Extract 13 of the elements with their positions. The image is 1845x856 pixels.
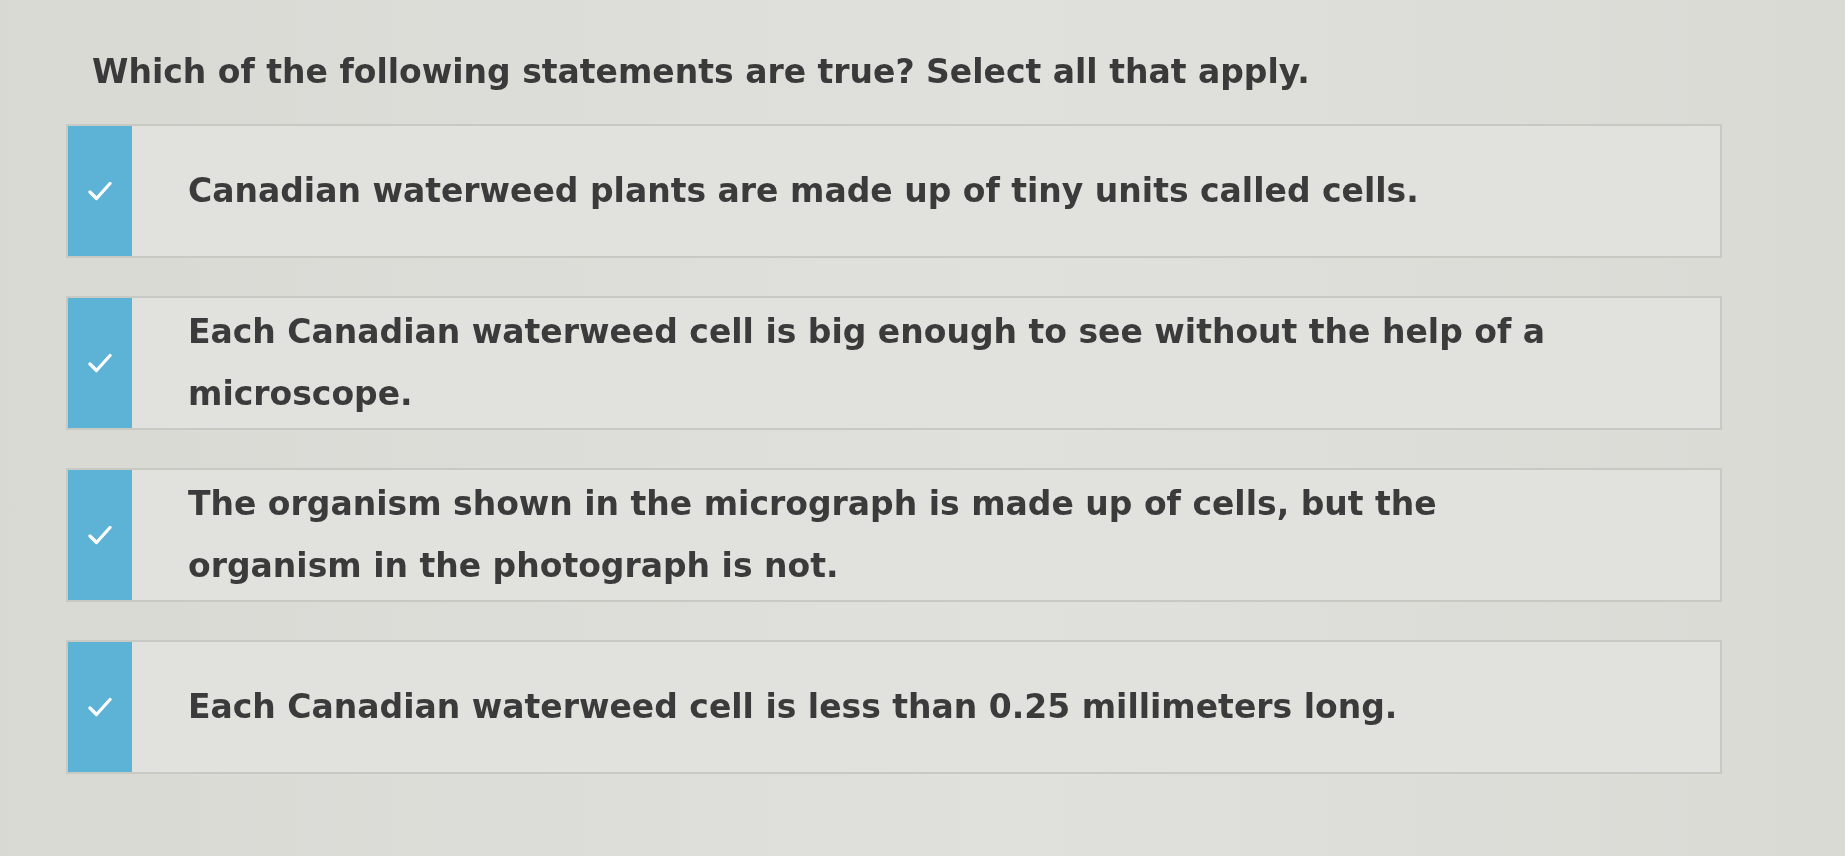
question-text: Which of the following statements are true? Select all that apply. xyxy=(92,51,1311,93)
checkbox[interactable] xyxy=(68,470,132,600)
check-icon xyxy=(88,525,112,545)
check-icon xyxy=(88,181,112,201)
check-icon xyxy=(88,697,112,717)
answer-option[interactable]: Canadian waterweed plants are made up of tiny units called cells. xyxy=(66,124,1722,258)
answer-option[interactable]: Each Canadian waterweed cell is less than 0.25 millimeters long. xyxy=(66,640,1722,774)
checkbox[interactable] xyxy=(68,126,132,256)
check-icon xyxy=(88,353,112,373)
checkbox[interactable] xyxy=(68,298,132,428)
answer-option[interactable]: The organism shown in the micrograph is made up of cells, but the organism in the photograph is not. xyxy=(66,468,1722,602)
answer-option[interactable]: Each Canadian waterweed cell is big enough to see without the help of a microscope. xyxy=(66,296,1722,430)
checkbox[interactable] xyxy=(68,642,132,772)
